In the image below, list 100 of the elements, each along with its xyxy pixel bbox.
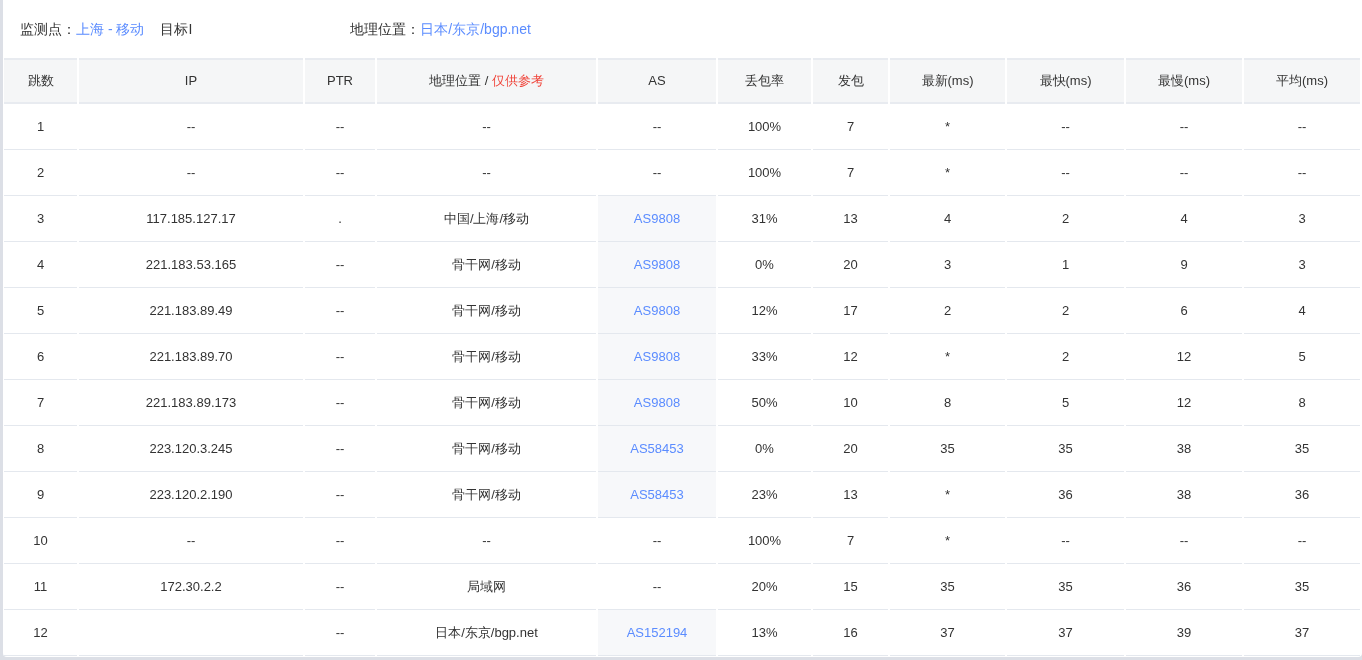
table-cell: 36	[1007, 472, 1124, 518]
table-cell: --	[79, 150, 303, 196]
table-cell: --	[598, 104, 716, 150]
table-cell: 2	[890, 288, 1005, 334]
table-cell: 9	[1126, 242, 1242, 288]
table-cell: 2	[1007, 196, 1124, 242]
table-cell: --	[305, 242, 375, 288]
table-cell: 5	[1244, 334, 1360, 380]
geo-value: 日本/东京/bgp.net	[420, 19, 531, 39]
table-cell: 3	[4, 196, 77, 242]
table-cell: *	[890, 104, 1005, 150]
as-link[interactable]: AS9808	[633, 256, 681, 272]
table-cell: 13	[813, 196, 888, 242]
column-header: 地理位置 / 仅供参考	[377, 58, 596, 104]
table-cell: *	[890, 334, 1005, 380]
column-header: PTR	[305, 58, 375, 104]
table-cell: 6	[1126, 288, 1242, 334]
column-header: 平均(ms)	[1244, 58, 1360, 104]
table-cell: 223.120.2.190	[79, 472, 303, 518]
table-cell: 骨干网/移动	[377, 242, 596, 288]
table-cell: 221.183.53.165	[79, 242, 303, 288]
as-link[interactable]: AS152194	[626, 624, 688, 640]
as-link[interactable]: AS9808	[633, 210, 681, 226]
table-cell: --	[305, 334, 375, 380]
table-cell: 6	[4, 334, 77, 380]
table-cell: 23%	[718, 472, 811, 518]
table-cell: --	[305, 610, 375, 656]
table-cell: 36	[1126, 564, 1242, 610]
table-cell: --	[377, 150, 596, 196]
table-cell: 12%	[718, 288, 811, 334]
table-cell: --	[305, 104, 375, 150]
table-cell: 33%	[718, 334, 811, 380]
table-cell: --	[305, 564, 375, 610]
table-cell: 20%	[718, 564, 811, 610]
table-cell: 221.183.89.49	[79, 288, 303, 334]
column-header: 最新(ms)	[890, 58, 1005, 104]
table-cell: --	[1126, 518, 1242, 564]
table-cell: 骨干网/移动	[377, 380, 596, 426]
table-cell: --	[1126, 150, 1242, 196]
table-cell: 4	[1126, 196, 1242, 242]
table-cell: 2	[1007, 288, 1124, 334]
table-cell: --	[377, 104, 596, 150]
as-link[interactable]: AS9808	[633, 348, 681, 364]
table-cell: 39	[1126, 610, 1242, 656]
table-cell: 50%	[718, 380, 811, 426]
table-cell: --	[305, 288, 375, 334]
table-cell: --	[305, 472, 375, 518]
table-cell: 100%	[718, 150, 811, 196]
table-cell: --	[1244, 150, 1360, 196]
table-cell: 35	[890, 426, 1005, 472]
as-link[interactable]: AS58453	[630, 440, 684, 456]
table-cell: 16	[813, 610, 888, 656]
table-cell: 31%	[718, 196, 811, 242]
table-cell: 日本/东京/bgp.net	[377, 610, 596, 656]
table-cell: 1	[4, 104, 77, 150]
as-link[interactable]: AS9808	[633, 394, 681, 410]
table-cell: 38	[1126, 426, 1242, 472]
table-cell: --	[305, 150, 375, 196]
column-header: 最慢(ms)	[1126, 58, 1242, 104]
table-cell: 12	[4, 610, 77, 656]
monitor-value: 上海 - 移动	[76, 19, 145, 39]
table-cell: 1	[1007, 242, 1124, 288]
table-cell: 35	[890, 564, 1005, 610]
as-link[interactable]: AS58453	[630, 486, 684, 502]
geo-label: 地理位置：	[350, 19, 421, 39]
table-cell: --	[79, 104, 303, 150]
table-cell: 13	[813, 472, 888, 518]
table-cell: 38	[1126, 472, 1242, 518]
table-cell: 骨干网/移动	[377, 288, 596, 334]
table-cell: 20	[813, 242, 888, 288]
table-cell: *	[890, 518, 1005, 564]
table-cell: 2	[1007, 334, 1124, 380]
column-header: 最快(ms)	[1007, 58, 1124, 104]
table-cell: --	[79, 518, 303, 564]
table-cell: --	[1244, 518, 1360, 564]
table-cell: --	[377, 518, 596, 564]
table-cell: 35	[1007, 426, 1124, 472]
table-cell: 221.183.89.70	[79, 334, 303, 380]
table-cell: 骨干网/移动	[377, 426, 596, 472]
table-cell: 36	[1244, 472, 1360, 518]
table-cell: 7	[813, 104, 888, 150]
target-label: 目标I	[160, 19, 193, 39]
table-cell: --	[1007, 104, 1124, 150]
table-cell: 37	[890, 610, 1005, 656]
as-link[interactable]: AS9808	[633, 302, 681, 318]
table-cell: 局域网	[377, 564, 596, 610]
table-cell: --	[1007, 518, 1124, 564]
table-cell: 4	[4, 242, 77, 288]
table-cell: 223.120.3.245	[79, 426, 303, 472]
table-cell: --	[1007, 150, 1124, 196]
table-cell: 100%	[718, 518, 811, 564]
table-cell: 12	[1126, 380, 1242, 426]
table-cell: 37	[1007, 610, 1124, 656]
table-cell: 4	[890, 196, 1005, 242]
table-cell: 15	[813, 564, 888, 610]
table-cell: *	[890, 472, 1005, 518]
table-cell: 骨干网/移动	[377, 334, 596, 380]
table-cell: 4	[1244, 288, 1360, 334]
table-cell: 0%	[718, 426, 811, 472]
table-cell: --	[305, 518, 375, 564]
